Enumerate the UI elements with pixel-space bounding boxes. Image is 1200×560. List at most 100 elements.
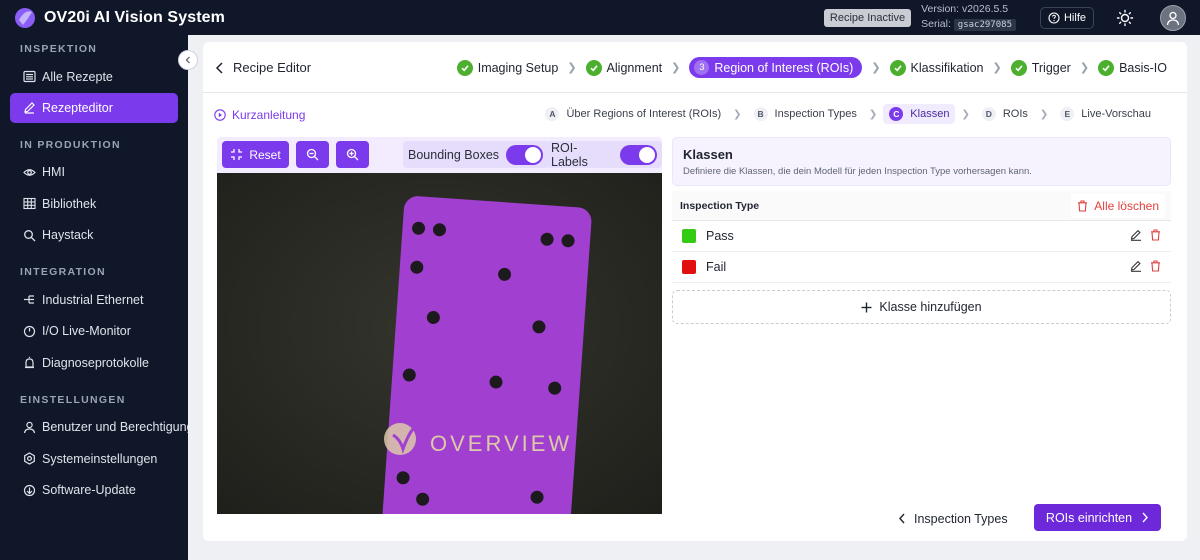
camera-image-view[interactable]: OVERVIEW: [217, 173, 662, 514]
step-klassifikation[interactable]: Klassifikation: [889, 59, 984, 76]
chevron-right-icon: ❯: [567, 62, 577, 74]
logo-icon: [15, 7, 35, 28]
grid-icon: [23, 198, 36, 210]
sidebar-item-systemeinstellungen[interactable]: Systemeinstellungen: [0, 443, 188, 475]
step-trigger[interactable]: Trigger: [1010, 59, 1071, 76]
part-text: OVERVIEW: [430, 431, 572, 456]
substep-c[interactable]: C Klassen: [883, 104, 956, 124]
clear-all-button[interactable]: Alle löschen: [1071, 194, 1165, 218]
edit-icon[interactable]: [1130, 260, 1142, 272]
substep-letter: B: [753, 107, 768, 121]
roi-labels-label: ROI-Labels: [551, 140, 588, 169]
monitor-icon: [23, 325, 36, 337]
substep-letter: C: [889, 107, 904, 121]
sidebar-item-label: Benutzer und Berechtigungen: [42, 420, 188, 435]
chevron-right-icon: ❯: [671, 62, 681, 74]
classes-header: Klassen Definiere die Klassen, die dein …: [672, 137, 1171, 186]
sidebar-item-benutzer[interactable]: Benutzer und Berechtigungen: [0, 412, 188, 444]
substep-d[interactable]: D ROIs: [976, 104, 1034, 124]
user-icon: [23, 421, 36, 433]
class-color-swatch: [682, 229, 696, 243]
sidebar: INSPEKTION Alle Rezepte Rezepteditor IN …: [0, 35, 188, 560]
sidebar-item-label: Bibliothek: [42, 196, 97, 211]
chevron-right-icon: ❯: [1039, 108, 1049, 120]
nav-section-integration: INTEGRATION: [20, 266, 106, 278]
sidebar-item-label: Industrial Ethernet: [42, 292, 144, 307]
substep-label: Über Regions of Interest (ROIs): [566, 108, 722, 120]
step-imaging-setup[interactable]: Imaging Setup: [456, 59, 559, 76]
quickguide-label: Kurzanleitung: [232, 108, 306, 122]
column-header-inspection-type: Inspection Type: [680, 199, 760, 212]
substep-letter: D: [981, 107, 996, 121]
bounding-boxes-toggle[interactable]: [506, 144, 544, 165]
sub-header: Kurzanleitung A Über Regions of Interest…: [203, 104, 1187, 128]
sun-icon[interactable]: [1116, 9, 1134, 27]
class-name: Pass: [706, 229, 734, 243]
substep-b[interactable]: B Inspection Types: [748, 104, 863, 124]
substep-a[interactable]: A Über Regions of Interest (ROIs): [539, 104, 727, 124]
table-header: Inspection Type Alle löschen: [672, 191, 1171, 221]
add-class-label: Klasse hinzufügen: [879, 300, 982, 314]
nav-section-inspektion: INSPEKTION: [20, 43, 98, 55]
chevron-right-icon: [1142, 512, 1149, 523]
chevron-left-icon: [185, 56, 190, 64]
step-label: Imaging Setup: [477, 60, 559, 75]
reset-button[interactable]: Reset: [222, 141, 289, 168]
sidebar-item-label: I/O Live-Monitor: [42, 324, 131, 339]
class-name: Fail: [706, 260, 727, 274]
chevron-left-icon: [215, 61, 223, 74]
zoom-out-button[interactable]: [296, 141, 329, 168]
substep-label: Live-Vorschau: [1081, 108, 1151, 120]
step-alignment[interactable]: Alignment: [585, 59, 663, 76]
chevron-right-icon: ❯: [1079, 62, 1090, 74]
serial-row: Serial: gsac297085: [921, 17, 1016, 33]
step-label: Klassifikation: [910, 60, 984, 75]
check-circle-icon: [889, 59, 906, 76]
sidebar-item-hmi[interactable]: HMI: [0, 157, 188, 189]
sidebar-item-rezepteditor[interactable]: Rezepteditor: [10, 92, 178, 123]
zoom-in-button[interactable]: [336, 141, 369, 168]
step-label: Alignment: [606, 60, 663, 75]
add-class-button[interactable]: Klasse hinzufügen: [672, 290, 1171, 324]
help-button[interactable]: Hilfe: [1039, 6, 1094, 29]
bounding-boxes-toggle-group: Bounding Boxes: [403, 141, 549, 168]
sidebar-item-label: Rezepteditor: [42, 100, 113, 115]
sidebar-item-io-live-monitor[interactable]: I/O Live-Monitor: [0, 316, 188, 348]
recipe-editor-back-link[interactable]: Recipe Editor: [215, 60, 311, 75]
quickguide-link[interactable]: Kurzanleitung: [214, 108, 305, 122]
setup-rois-button[interactable]: ROIs einrichten: [1034, 504, 1161, 531]
substep-letter: A: [545, 107, 560, 121]
top-bar: OV20i AI Vision System Recipe Inactive V…: [0, 0, 1200, 35]
substep-label: Inspection Types: [774, 108, 857, 120]
network-icon: [24, 295, 34, 304]
chevron-right-icon: ❯: [733, 108, 742, 120]
step-region-of-interest[interactable]: 3 Region of Interest (ROIs): [689, 57, 863, 78]
sidebar-item-bibliothek[interactable]: Bibliothek: [0, 188, 188, 220]
chevron-left-icon: [899, 513, 905, 524]
sidebar-item-haystack[interactable]: Haystack: [0, 220, 188, 252]
step-label: Trigger: [1031, 60, 1071, 75]
search-icon: [24, 229, 36, 242]
sidebar-item-software-update[interactable]: Software-Update: [0, 475, 188, 507]
sidebar-item-label: HMI: [42, 165, 65, 180]
back-to-inspection-types-button[interactable]: Inspection Types: [898, 505, 1008, 532]
roi-labels-toggle[interactable]: [620, 144, 657, 165]
step-basis-io[interactable]: Basis-IO: [1098, 59, 1167, 76]
edit-icon[interactable]: [1130, 229, 1142, 241]
substep-e[interactable]: E Live-Vorschau: [1054, 104, 1157, 124]
sidebar-collapse-button[interactable]: [178, 50, 198, 70]
sidebar-item-label: Systemeinstellungen: [42, 451, 158, 466]
sidebar-item-alle-rezepte[interactable]: Alle Rezepte: [0, 61, 188, 93]
sidebar-item-diagnoseprotokolle[interactable]: Diagnoseprotokolle: [0, 347, 188, 379]
gear-icon: [24, 452, 35, 465]
stepper: Imaging Setup ❯ Alignment ❯ 3 Region of …: [456, 57, 1167, 78]
sidebar-item-industrial-ethernet[interactable]: Industrial Ethernet: [0, 284, 188, 316]
step-label: Region of Interest (ROIs): [714, 60, 854, 75]
check-circle-icon: [585, 59, 602, 76]
trash-icon[interactable]: [1150, 260, 1161, 272]
trash-icon[interactable]: [1150, 229, 1161, 241]
step-label: Basis-IO: [1119, 60, 1167, 75]
check-circle-icon: [456, 59, 473, 76]
avatar[interactable]: [1160, 4, 1186, 31]
metal-part: [382, 196, 592, 514]
